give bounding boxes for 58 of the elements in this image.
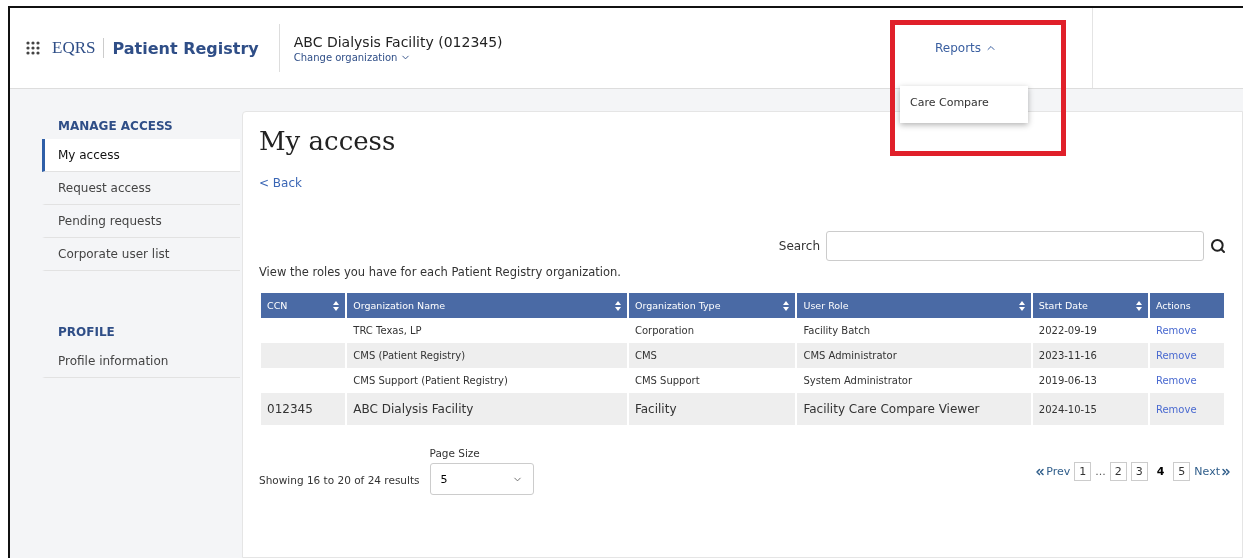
page-link[interactable]: 3	[1130, 462, 1148, 481]
sort-icon[interactable]	[614, 300, 621, 311]
column-label: CCN	[267, 300, 288, 311]
column-header[interactable]: Start Date	[1032, 293, 1148, 318]
column-label: User Role	[803, 300, 849, 311]
intro-text: View the roles you have for each Patient Registry organization.	[259, 265, 622, 279]
sort-icon[interactable]	[1018, 300, 1025, 311]
remove-link[interactable]: Remove	[1149, 343, 1224, 368]
column-header[interactable]: Actions	[1149, 293, 1224, 318]
column-header[interactable]: CCN	[261, 293, 346, 318]
table-cell: CMS (Patient Registry)	[347, 343, 627, 368]
sidebar-section-title: PROFILE	[57, 325, 116, 341]
page-size-label: Page Size	[429, 447, 481, 459]
sort-icon[interactable]	[333, 300, 340, 311]
table-cell: CMS Administrator	[797, 343, 1031, 368]
sidebar-item[interactable]: Corporate user list	[42, 238, 240, 271]
brand-logo-text[interactable]: EQRS	[52, 38, 105, 58]
page-title: My access	[259, 126, 397, 156]
prev-link[interactable]: Prev	[1034, 465, 1071, 478]
table-cell: CMS	[628, 343, 796, 368]
app-name[interactable]: Patient Registry	[112, 38, 259, 58]
next-link[interactable]: Next	[1194, 465, 1232, 478]
sidebar-item[interactable]: Request access	[42, 172, 240, 205]
column-header[interactable]: User Role	[797, 293, 1031, 318]
menu-item[interactable]: Care Compare	[910, 96, 1018, 109]
search-label: Search	[778, 239, 820, 253]
change-organization-link[interactable]: Change organization	[293, 51, 503, 63]
page-link[interactable]: 2	[1109, 462, 1127, 481]
remove-link[interactable]: Remove	[1149, 393, 1224, 425]
app-grid-icon[interactable]	[26, 41, 40, 55]
column-label: Start Date	[1038, 300, 1088, 311]
sidebar-item[interactable]: My access	[42, 139, 240, 172]
table-cell: ABC Dialysis Facility	[347, 393, 627, 425]
table-cell: Facility Care Compare Viewer	[797, 393, 1031, 425]
results-count: Showing 16 to 20 of 24 results	[259, 474, 420, 486]
page-link[interactable]: 5	[1173, 462, 1191, 481]
table-cell: 2024-10-15	[1032, 393, 1148, 425]
column-header[interactable]: Organization Name	[347, 293, 627, 318]
table-cell: Facility	[628, 393, 796, 425]
column-label: Actions	[1155, 300, 1191, 311]
column-header[interactable]: Organization Type	[628, 293, 796, 318]
table-cell: 012345	[261, 393, 346, 425]
ellipsis: ...	[1095, 465, 1106, 478]
table-cell: 2023-11-16	[1032, 343, 1148, 368]
sidebar-item[interactable]: Profile information	[42, 345, 240, 378]
organization-name: ABC Dialysis Facility (012345)	[293, 33, 503, 50]
column-label: Organization Type	[634, 300, 721, 311]
sidebar-section-title: MANAGE ACCESS	[57, 119, 174, 135]
page-size-select[interactable]: 5	[429, 463, 534, 495]
search-field[interactable]	[826, 231, 1204, 261]
page-link[interactable]: 1	[1074, 462, 1092, 481]
back-link[interactable]: < Back	[259, 176, 302, 190]
reports-menu-button[interactable]: Reports	[935, 41, 998, 55]
search-icon[interactable]	[1210, 238, 1226, 254]
sort-icon[interactable]	[1135, 300, 1142, 311]
column-label: Organization Name	[353, 300, 446, 311]
sort-icon[interactable]	[783, 300, 790, 311]
sidebar-item[interactable]: Pending requests	[42, 205, 240, 238]
